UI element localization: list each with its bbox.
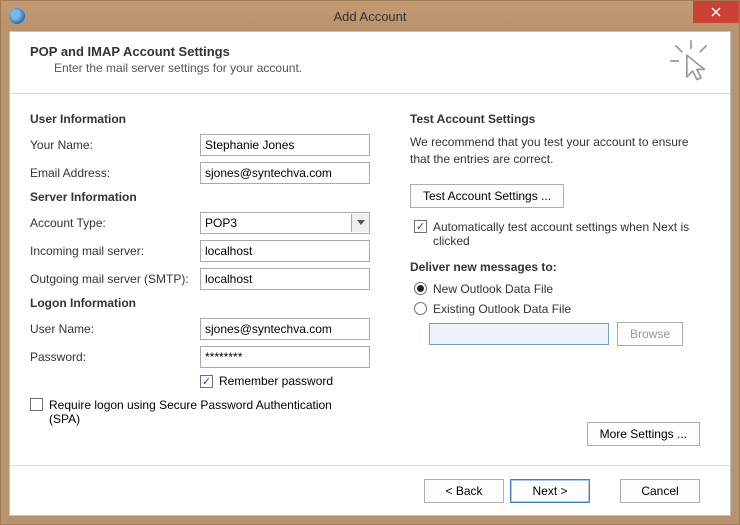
input-existing-data-file-path[interactable] [429, 323, 609, 345]
label-existing-data-file: Existing Outlook Data File [433, 302, 571, 316]
checkbox-auto-test[interactable]: ✓ [414, 220, 427, 233]
label-require-spa: Require logon using Secure Password Auth… [49, 398, 359, 426]
header-title: POP and IMAP Account Settings [30, 44, 710, 59]
input-user-name[interactable] [200, 318, 370, 340]
test-description: We recommend that you test your account … [410, 134, 710, 168]
radio-existing-data-file[interactable] [414, 302, 427, 315]
label-user-name: User Name: [30, 322, 200, 336]
close-icon [711, 7, 721, 17]
next-button[interactable]: Next > [510, 479, 590, 503]
input-your-name[interactable] [200, 134, 370, 156]
select-account-type-value: POP3 [205, 216, 237, 230]
cursor-click-icon [670, 40, 712, 82]
chevron-down-icon [351, 214, 369, 232]
label-your-name: Your Name: [30, 138, 200, 152]
content-frame: POP and IMAP Account Settings Enter the … [9, 31, 731, 516]
add-account-window: Add Account POP and IMAP Account Setting… [0, 0, 740, 525]
dialog-footer: < Back Next > Cancel [10, 465, 730, 515]
label-remember-password: Remember password [219, 374, 333, 388]
radio-new-data-file[interactable] [414, 282, 427, 295]
header-subtitle: Enter the mail server settings for your … [54, 61, 710, 75]
browse-button[interactable]: Browse [617, 322, 683, 346]
label-incoming-server: Incoming mail server: [30, 244, 200, 258]
back-button[interactable]: < Back [424, 479, 504, 503]
close-button[interactable] [693, 1, 739, 23]
label-account-type: Account Type: [30, 216, 200, 230]
dialog-body: User Information Your Name: Email Addres… [10, 94, 730, 426]
more-settings-button[interactable]: More Settings ... [587, 422, 700, 446]
select-account-type[interactable]: POP3 [200, 212, 370, 234]
titlebar: Add Account [1, 1, 739, 31]
dialog-header: POP and IMAP Account Settings Enter the … [10, 32, 730, 94]
input-incoming-server[interactable] [200, 240, 370, 262]
section-server-information: Server Information [30, 190, 390, 204]
input-outgoing-server[interactable] [200, 268, 370, 290]
section-user-information: User Information [30, 112, 390, 126]
cancel-button[interactable]: Cancel [620, 479, 700, 503]
test-account-settings-button[interactable]: Test Account Settings ... [410, 184, 564, 208]
section-deliver-to: Deliver new messages to: [410, 260, 710, 274]
window-title: Add Account [1, 9, 739, 24]
label-new-data-file: New Outlook Data File [433, 282, 553, 296]
section-logon-information: Logon Information [30, 296, 390, 310]
checkbox-remember-password[interactable]: ✓ [200, 375, 213, 388]
checkbox-require-spa[interactable] [30, 398, 43, 411]
label-password: Password: [30, 350, 200, 364]
label-auto-test: Automatically test account settings when… [433, 220, 693, 248]
label-outgoing-server: Outgoing mail server (SMTP): [30, 272, 200, 286]
left-column: User Information Your Name: Email Addres… [30, 106, 390, 426]
input-password[interactable] [200, 346, 370, 368]
input-email-address[interactable] [200, 162, 370, 184]
right-column: Test Account Settings We recommend that … [390, 106, 710, 426]
label-email-address: Email Address: [30, 166, 200, 180]
section-test-account: Test Account Settings [410, 112, 710, 126]
